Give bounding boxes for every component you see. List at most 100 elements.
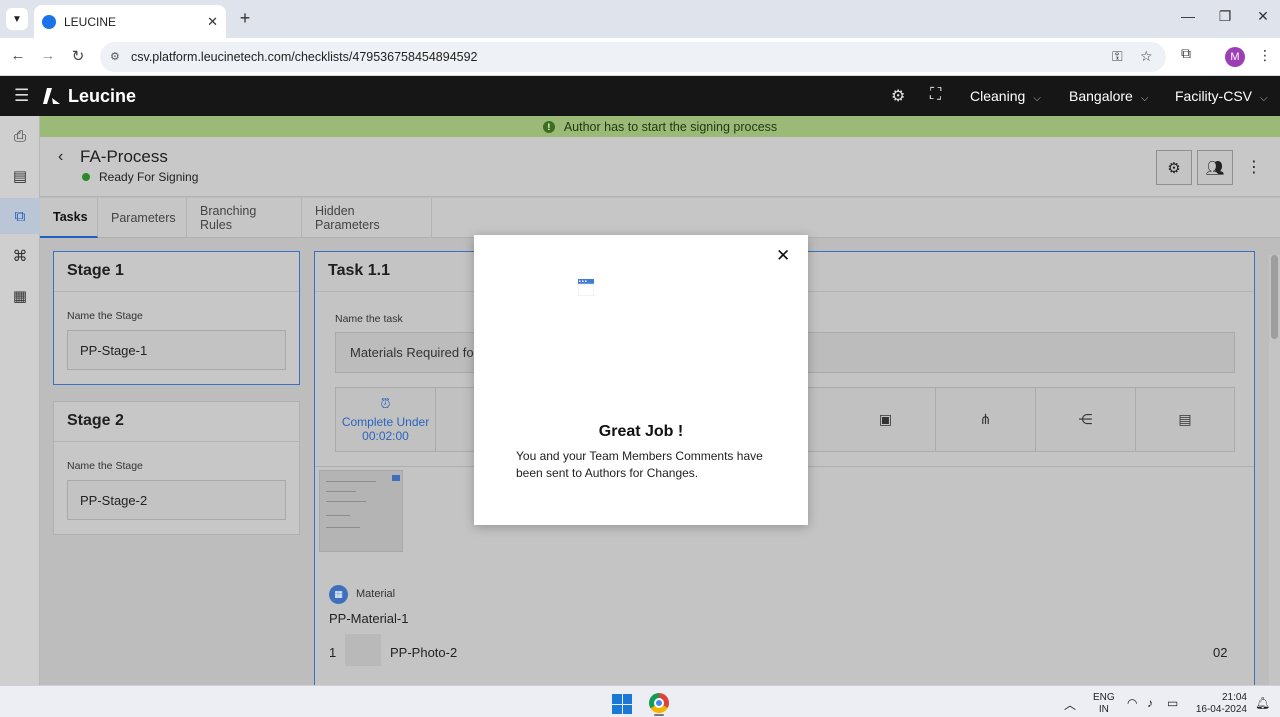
collaborators-button[interactable]: 👥︎ — [1197, 150, 1233, 185]
stage-name-input[interactable]: PP-Stage-2 — [67, 480, 286, 520]
address-bar[interactable]: ⚙ csv.platform.leucinetech.com/checklist… — [100, 42, 1166, 72]
success-modal: ✕ Great Job ! You and your Team Members … — [474, 235, 808, 525]
browser-tabstrip: ▼ LEUCINE ✕ + — ❐ ✕ — [0, 0, 1280, 38]
browser-menu-icon[interactable]: ⋮ — [1258, 47, 1272, 64]
material-name: PP-Material-1 — [329, 611, 409, 626]
chrome-taskbar-icon[interactable] — [649, 693, 669, 713]
profile-avatar[interactable]: M — [1225, 47, 1245, 67]
browser-toolbar: ← → ↻ ⚙ csv.platform.leucinetech.com/che… — [0, 38, 1280, 76]
app-header: ☰ Leucine ⚙ ⛶ Cleaning ⌵ Bangalore ⌵ Facil… — [0, 76, 1280, 116]
battery-icon[interactable]: ▭ — [1167, 696, 1178, 710]
scan-icon[interactable]: ⛶ — [930, 86, 941, 104]
process-icon[interactable]: ⧉ — [0, 198, 40, 234]
restore-button[interactable]: ❐ — [1215, 8, 1235, 25]
chevron-down-icon: ⌵ — [1140, 93, 1149, 104]
tab-hidden-parameters[interactable]: Hidden Parameters — [302, 198, 432, 238]
schedule-action[interactable]: ▣ — [836, 388, 936, 451]
branching-action[interactable]: ⋲ — [1036, 388, 1136, 451]
info-icon: ! — [542, 120, 555, 133]
status-text: Ready For Signing — [99, 170, 199, 184]
stage-title: Stage 2 — [54, 402, 299, 442]
alarm-clock-icon: ⏰︎ — [380, 396, 391, 411]
stage-name-label: Name the Stage — [67, 460, 143, 472]
close-icon[interactable]: ✕ — [776, 246, 790, 266]
stage-name-label: Name the Stage — [67, 310, 143, 322]
menu-icon[interactable]: ☰ — [14, 86, 29, 106]
scrollbar-thumb[interactable] — [1271, 255, 1278, 339]
clock-date: 16-04-2024 — [1195, 704, 1247, 715]
people-icon: 👥︎ — [1205, 159, 1225, 177]
process-settings-button[interactable]: ⚙ — [1156, 150, 1192, 185]
leucine-logo-icon — [43, 88, 60, 104]
site-info-icon[interactable]: ⚙ — [110, 50, 120, 63]
chevron-down-icon: ▼ — [12, 13, 22, 25]
clock-time: 21:04 — [1221, 692, 1247, 703]
hierarchy-action[interactable]: ⋔ — [936, 388, 1036, 451]
settings-gear-icon[interactable]: ⚙ — [891, 86, 905, 106]
stage-card[interactable]: Stage 1 Name the Stage PP-Stage-1 — [53, 251, 300, 385]
scrollbar[interactable] — [1269, 255, 1280, 685]
tab-search-button[interactable]: ▼ — [6, 8, 28, 30]
more-options-icon[interactable]: ⋮ — [1246, 157, 1262, 177]
browser-tab[interactable]: LEUCINE ✕ — [34, 5, 226, 38]
page-header: ‹ FA-Process Ready For Signing ⚙ 👥︎ ⋮ — [40, 137, 1280, 197]
timer-label: Complete Under — [341, 415, 430, 429]
tab-parameters[interactable]: Parameters — [98, 198, 187, 238]
broken-image-icon — [578, 279, 594, 296]
timer-value: 00:02:00 — [362, 429, 409, 443]
checklist-icon[interactable]: ▤ — [0, 158, 40, 194]
new-tab-button[interactable]: + — [234, 8, 256, 29]
address-url[interactable]: csv.platform.leucinetech.com/checklists/… — [131, 50, 478, 64]
region-code: IN — [1098, 704, 1109, 715]
facility-select[interactable]: Facility-CSV ⌵ — [1175, 88, 1268, 104]
hierarchy-icon: ⋔ — [979, 411, 992, 427]
forward-arrow-icon[interactable]: → — [38, 47, 58, 64]
hierarchy-icon[interactable]: ⌘ — [0, 238, 40, 274]
notification-bell-icon[interactable]: 🔔︎ — [1255, 696, 1270, 710]
bookmark-star-icon[interactable]: ☆ — [1140, 48, 1153, 65]
process-tabs: Tasks Parameters Branching Rules Hidden … — [40, 198, 1280, 238]
back-arrow-icon[interactable]: ← — [8, 47, 28, 64]
tray-chevron-up-icon[interactable]: ︿ — [1064, 696, 1076, 713]
language-indicator[interactable]: ENG IN — [1093, 692, 1115, 716]
chevron-down-icon: ⌵ — [1033, 93, 1041, 104]
stage-card[interactable]: Stage 2 Name the Stage PP-Stage-2 — [53, 401, 300, 535]
site-select[interactable]: Bangalore ⌵ — [1069, 88, 1148, 104]
material-quantity: 02 — [1213, 645, 1228, 660]
tab-tasks[interactable]: Tasks — [40, 198, 98, 238]
page-title: FA-Process — [80, 147, 168, 166]
volume-icon[interactable]: ♪ — [1147, 696, 1153, 710]
extensions-icon[interactable]: ⧉ — [1181, 45, 1191, 62]
stage-title: Stage 1 — [54, 252, 299, 292]
system-clock[interactable]: 21:04 16-04-2024 — [1193, 692, 1247, 716]
close-window-button[interactable]: ✕ — [1253, 8, 1273, 25]
chevron-down-icon: ⌵ — [1260, 93, 1268, 104]
material-label: Material — [356, 588, 396, 600]
signing-banner: ! Author has to start the signing proces… — [40, 116, 1280, 137]
left-nav-rail: ⎙ ▤ ⧉ ⌘ ▦ — [0, 116, 40, 685]
active-app-indicator — [654, 714, 664, 716]
use-case-select[interactable]: Cleaning ⌵ — [970, 88, 1041, 104]
tab-branching-rules[interactable]: Branching Rules — [187, 198, 302, 238]
minimize-button[interactable]: — — [1178, 8, 1198, 24]
inbox-icon[interactable]: ⎙ — [0, 118, 40, 154]
reload-icon[interactable]: ↻ — [68, 47, 88, 65]
calendar-clock-icon: ▣ — [878, 411, 893, 427]
material-icon: ▦ — [329, 585, 348, 604]
back-chevron-icon[interactable]: ‹ — [58, 148, 63, 166]
browser-tab-title: LEUCINE — [64, 14, 117, 29]
save-action[interactable]: ▤ — [1136, 388, 1234, 451]
windows-start-icon[interactable] — [612, 694, 632, 714]
media-thumbnail[interactable] — [319, 470, 403, 552]
stage-name-input[interactable]: PP-Stage-1 — [67, 330, 286, 370]
status-dot-icon — [82, 173, 90, 181]
close-tab-icon[interactable]: ✕ — [207, 14, 218, 30]
material-photo-thumbnail[interactable] — [345, 634, 381, 666]
calculator-icon[interactable]: ▦ — [0, 278, 40, 314]
timer-action[interactable]: ⏰︎ Complete Under 00:02:00 — [336, 388, 436, 451]
task-name-label: Name the task — [335, 313, 403, 325]
wifi-icon[interactable]: ◠ — [1127, 696, 1137, 710]
banner-text: Author has to start the signing process — [563, 119, 778, 134]
password-key-icon[interactable]: ⚿ — [1112, 48, 1123, 65]
app-logo-text: Leucine — [68, 86, 137, 106]
